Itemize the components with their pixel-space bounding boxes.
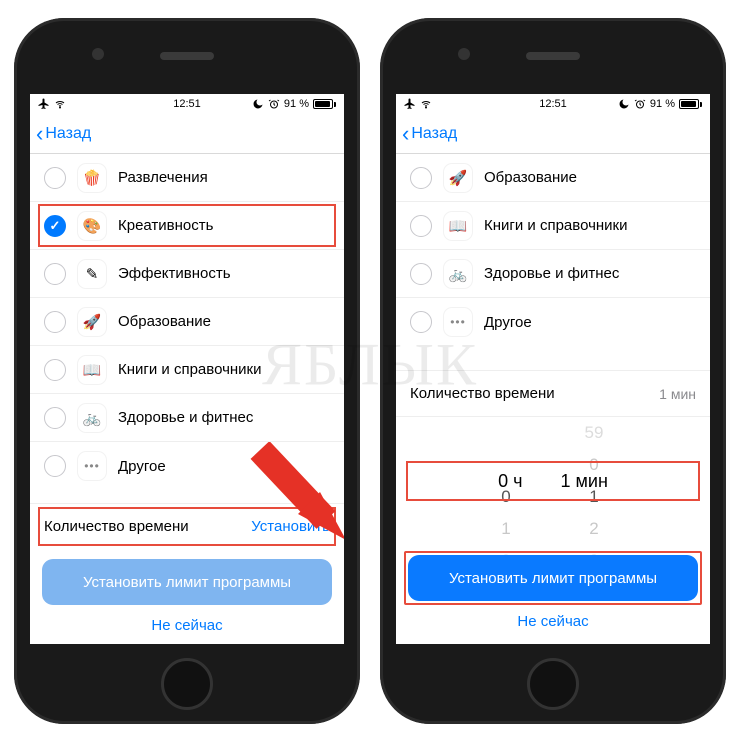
category-row[interactable]: 📖 Книги и справочники: [396, 202, 710, 250]
category-label: Другое: [484, 314, 532, 331]
back-label: Назад: [45, 125, 91, 143]
set-limit-button[interactable]: Установить лимит программы: [42, 559, 332, 605]
chevron-left-icon: ‹: [36, 123, 43, 145]
category-icon: •••: [78, 452, 106, 480]
category-row[interactable]: 🚀 Образование: [30, 298, 344, 346]
category-row[interactable]: 🚀 Образование: [396, 154, 710, 202]
radio-toggle[interactable]: [410, 263, 432, 285]
radio-toggle[interactable]: [44, 311, 66, 333]
time-picker[interactable]: 0 1 2 59 0 1 2 3 0 ч 1 мин: [396, 417, 710, 545]
category-label: Развлечения: [118, 169, 208, 186]
time-amount-label: Количество времени: [44, 518, 189, 535]
picker-minutes: 1 мин: [561, 471, 608, 492]
radio-toggle[interactable]: [44, 167, 66, 189]
battery-icon: [679, 99, 702, 109]
nav-bar: ‹ Назад: [30, 114, 344, 154]
time-amount-label: Количество времени: [410, 385, 555, 402]
nav-bar: ‹ Назад: [396, 114, 710, 154]
category-row[interactable]: 🚲 Здоровье и фитнес: [30, 394, 344, 442]
speaker-slot: [160, 52, 214, 60]
category-icon: ✎: [78, 260, 106, 288]
category-row[interactable]: 🚲 Здоровье и фитнес: [396, 250, 710, 298]
status-time: 12:51: [396, 98, 710, 110]
picker-selection: 0 ч 1 мин: [406, 465, 700, 497]
content-right: 🚀 Образование 📖 Книги и справочники 🚲 Здоровь…: [396, 154, 710, 644]
category-row[interactable]: ••• Другое: [396, 298, 710, 346]
back-button[interactable]: ‹ Назад: [36, 123, 91, 145]
red-arrow-icon: [240, 442, 344, 562]
category-label: Образование: [118, 313, 211, 330]
back-label: Назад: [411, 125, 457, 143]
category-label: Здоровье и фитнес: [118, 409, 253, 426]
not-now-button[interactable]: Не сейчас: [42, 605, 332, 638]
category-icon: 🚀: [444, 164, 472, 192]
category-label: Креативность: [118, 217, 213, 234]
status-time: 12:51: [30, 98, 344, 110]
time-amount-row: Количество времени 1 мин: [396, 370, 710, 417]
category-icon: 🎨: [78, 212, 106, 240]
radio-toggle[interactable]: [410, 215, 432, 237]
phone-left: 12:51 91 % ‹ Назад 🍿 Развлечения 🎨 Креативн…: [14, 18, 360, 724]
screen-right: 12:51 91 % ‹ Назад 🚀 Образование 📖 Книги и …: [396, 94, 710, 644]
speaker-slot: [526, 52, 580, 60]
phone-right: 12:51 91 % ‹ Назад 🚀 Образование 📖 Книги и …: [380, 18, 726, 724]
home-button[interactable]: [527, 658, 579, 710]
battery-icon: [313, 99, 336, 109]
category-icon: 📖: [444, 212, 472, 240]
picker-hours: 0 ч: [498, 471, 522, 492]
home-button[interactable]: [161, 658, 213, 710]
screen-left: 12:51 91 % ‹ Назад 🍿 Развлечения 🎨 Креативн…: [30, 94, 344, 644]
category-icon: 🍿: [78, 164, 106, 192]
content-left: 🍿 Развлечения 🎨 Креативность ✎ Эффективность 🚀…: [30, 154, 344, 644]
chevron-left-icon: ‹: [402, 123, 409, 145]
category-label: Здоровье и фитнес: [484, 265, 619, 282]
back-button[interactable]: ‹ Назад: [402, 123, 457, 145]
radio-toggle[interactable]: [44, 455, 66, 477]
camera-dot: [92, 48, 104, 60]
category-row[interactable]: 🍿 Развлечения: [30, 154, 344, 202]
category-icon: 🚀: [78, 308, 106, 336]
radio-toggle[interactable]: [44, 263, 66, 285]
category-icon: •••: [444, 308, 472, 336]
camera-dot: [458, 48, 470, 60]
not-now-button[interactable]: Не сейчас: [408, 601, 698, 634]
category-label: Другое: [118, 458, 166, 475]
category-icon: 🚲: [78, 404, 106, 432]
set-limit-label: Установить лимит программы: [449, 570, 657, 587]
category-row[interactable]: 📖 Книги и справочники: [30, 346, 344, 394]
category-icon: 🚲: [444, 260, 472, 288]
time-amount-value: 1 мин: [659, 386, 696, 402]
radio-toggle[interactable]: [410, 167, 432, 189]
status-bar: 12:51 91 %: [30, 94, 344, 114]
radio-toggle[interactable]: [410, 311, 432, 333]
status-bar: 12:51 91 %: [396, 94, 710, 114]
category-icon: 📖: [78, 356, 106, 384]
category-label: Книги и справочники: [118, 361, 262, 378]
category-row[interactable]: ✎ Эффективность: [30, 250, 344, 298]
radio-toggle[interactable]: [44, 407, 66, 429]
set-limit-button[interactable]: Установить лимит программы: [408, 555, 698, 601]
category-label: Эффективность: [118, 265, 231, 282]
category-row[interactable]: 🎨 Креативность: [30, 202, 344, 250]
radio-toggle[interactable]: [44, 215, 66, 237]
category-label: Книги и справочники: [484, 217, 628, 234]
category-label: Образование: [484, 169, 577, 186]
radio-toggle[interactable]: [44, 359, 66, 381]
set-limit-label: Установить лимит программы: [83, 574, 291, 591]
